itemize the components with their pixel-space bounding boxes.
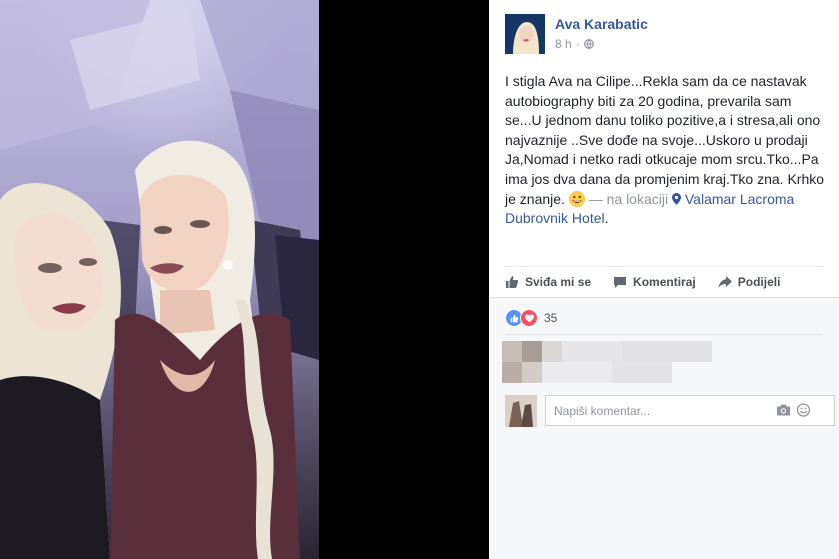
like-label: Sviđa mi se (525, 275, 592, 289)
share-button[interactable]: Podijeli (718, 272, 781, 292)
comment-icon (614, 277, 627, 288)
post-text: I stigla Ava na Cilipe...Rekla sam da ce… (505, 72, 825, 229)
post-body: I stigla Ava na Cilipe...Rekla sam da ce… (505, 73, 825, 207)
emoji-picker-icon[interactable] (796, 403, 811, 417)
like-button[interactable]: Sviđa mi se (505, 272, 591, 292)
meta-separator: · (575, 37, 580, 51)
viewer-avatar[interactable] (505, 395, 537, 427)
grinning-emoji-icon (568, 190, 585, 207)
camera-icon[interactable] (776, 403, 791, 417)
feedback-divider (489, 297, 839, 298)
pixelated-comment (502, 341, 722, 383)
post-actions: Sviđa mi se Komentiraj Podijeli (505, 272, 823, 292)
comment-button[interactable]: Komentiraj (613, 272, 696, 292)
love-reaction-icon (520, 309, 538, 327)
post-time[interactable]: 8 h (555, 37, 572, 51)
share-label: Podijeli (737, 275, 781, 289)
location-suffix: . (604, 210, 609, 227)
thumbs-up-icon (506, 276, 519, 288)
author-avatar[interactable] (505, 14, 545, 54)
comments-divider (505, 334, 823, 335)
photo-illustration (0, 0, 319, 559)
location-pin-icon (671, 192, 681, 205)
photo-viewer (0, 0, 489, 559)
post-panel: Ava Karabatic 8 h · I stigla Ava na Cili… (489, 0, 839, 559)
avatar-image (505, 14, 545, 54)
comment-placeholder: Napiši komentar... (554, 403, 651, 418)
feedback-section (489, 297, 839, 559)
share-icon (718, 276, 732, 288)
actions-divider (505, 266, 823, 267)
reaction-count: 35 (544, 311, 558, 325)
comment-input[interactable]: Napiši komentar... (545, 395, 835, 426)
location-prefix: — na lokaciji (588, 190, 669, 207)
comment-composer: Napiši komentar... (505, 395, 835, 428)
author-name[interactable]: Ava Karabatic (555, 16, 648, 32)
globe-icon[interactable] (583, 39, 594, 49)
post-photo[interactable] (0, 0, 319, 559)
reaction-summary[interactable]: 35 (505, 309, 557, 327)
comment-label: Komentiraj (633, 275, 696, 289)
post-meta: 8 h · (555, 37, 594, 51)
